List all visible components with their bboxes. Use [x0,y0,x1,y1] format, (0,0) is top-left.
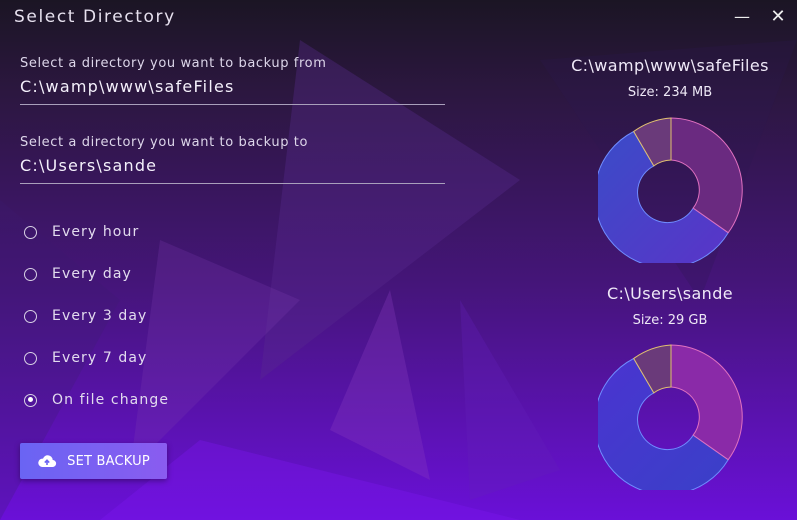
source-disk-path: C:\wamp\www\safeFiles [571,56,769,75]
radio-circle-icon [24,267,37,281]
radio-every-hour[interactable]: Every hour [24,222,139,242]
target-directory-input[interactable]: C:\Users\sande [20,156,445,184]
target-disk-size: Size: 29 GB [632,313,708,328]
cloud-upload-icon [38,455,57,468]
radio-label: Every 3 day [52,308,148,324]
source-disk-size: Size: 234 MB [627,85,713,100]
window-title: Select Directory [14,7,176,27]
radio-circle-icon [24,351,37,365]
target-directory-field: Select a directory you want to backup to… [20,135,445,184]
target-directory-label: Select a directory you want to backup to [20,135,309,150]
donut-slice-magenta [670,117,743,234]
source-directory-label: Select a directory you want to backup fr… [20,56,327,71]
source-disk-info: C:\wamp\www\safeFiles Size: 234 MB [560,56,780,100]
target-usage-donut [598,344,743,490]
title-bar[interactable]: Select Directory — ✕ [0,0,797,36]
close-icon: ✕ [770,6,786,27]
radio-circle-icon [24,309,37,323]
radio-on-file-change[interactable]: On file change [24,390,169,410]
radio-label: Every 7 day [52,350,148,366]
radio-circle-checked-icon [24,393,37,407]
select-directory-window: Select Directory — ✕ Select a directory … [0,0,797,520]
source-directory-field: Select a directory you want to backup fr… [20,56,445,105]
donut-slice-magenta [670,344,743,461]
target-disk-path: C:\Users\sande [606,284,734,303]
radio-label: Every hour [52,224,140,240]
radio-circle-icon [24,225,37,239]
radio-every-3-day[interactable]: Every 3 day [24,306,147,326]
minimize-icon: — [734,7,750,26]
radio-every-day[interactable]: Every day [24,264,132,284]
target-disk-info: C:\Users\sande Size: 29 GB [560,284,780,328]
set-backup-label: SET BACKUP [67,453,150,469]
close-button[interactable]: ✕ [766,6,790,28]
source-usage-donut [598,117,743,263]
set-backup-button[interactable]: SET BACKUP [20,443,167,479]
radio-label: Every day [52,266,132,282]
source-directory-input[interactable]: C:\wamp\www\safeFiles [20,77,445,105]
radio-every-7-day[interactable]: Every 7 day [24,348,147,368]
minimize-button[interactable]: — [730,6,754,28]
radio-label: On file change [52,392,170,408]
